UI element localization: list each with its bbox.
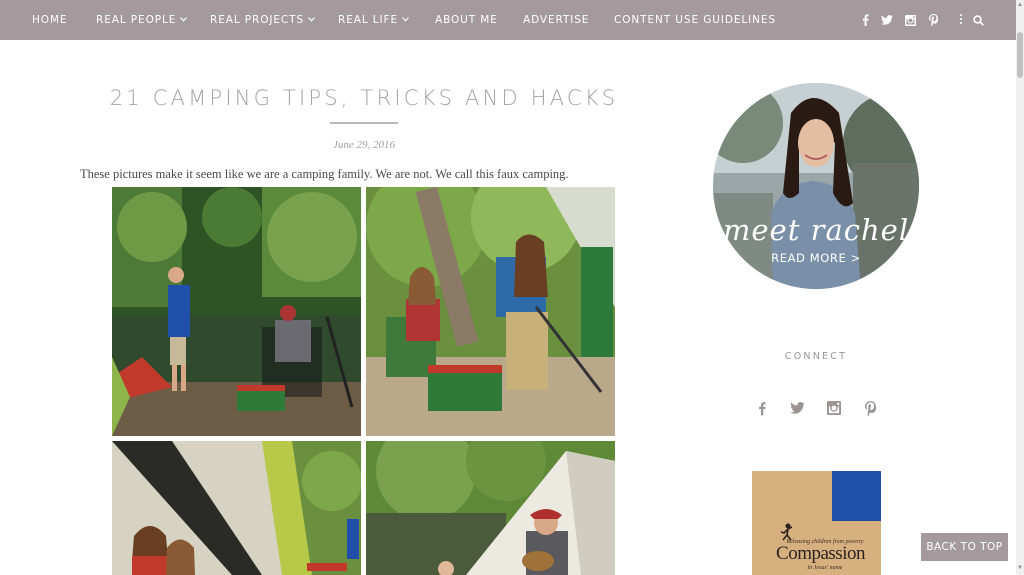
search-icon[interactable] [970,12,986,28]
back-to-top-button[interactable]: BACK TO TOP [921,533,1008,561]
scrollbar-thumb[interactable] [1017,32,1023,78]
nav-home-label: HOME [32,14,68,26]
nav-advertise[interactable]: ADVERTISE [523,0,589,40]
instagram-icon[interactable] [826,400,842,416]
vertical-dots-icon[interactable] [959,14,963,26]
facebook-icon[interactable] [754,400,770,416]
nav-advertise-label: ADVERTISE [523,14,590,26]
top-navigation-bar: HOME REAL PEOPLE REAL PROJECTS REAL LIFE… [0,0,1016,40]
title-divider [330,122,398,124]
pinterest-icon[interactable] [862,400,878,416]
post-title[interactable]: 21 CAMPING TIPS, TRICKS AND HACKS [80,86,648,110]
scroll-down-arrow-icon[interactable]: ▼ [1017,565,1023,573]
connect-heading: CONNECT [784,351,848,362]
chevron-down-icon [308,17,315,22]
nav-real-projects[interactable]: REAL PROJECTS [210,0,315,40]
ad-brand-name: Compassion [776,543,865,564]
photo-girls-at-campfire-table[interactable] [366,187,615,436]
ad-blue-block [832,471,881,521]
meet-rachel-script: meet rachel [722,213,910,247]
page-scrollbar[interactable]: ▲ ▼ [1016,0,1024,575]
nav-real-projects-label: REAL PROJECTS [210,14,305,26]
compassion-ad-banner[interactable]: Releasing children from poverty Compassi… [752,471,881,575]
nav-home[interactable]: HOME [32,0,67,40]
read-more-link[interactable]: READ MORE > [713,251,919,265]
post-date: June 29, 2016 [332,139,395,151]
nav-real-people[interactable]: REAL PEOPLE [96,0,188,40]
instagram-icon[interactable] [902,12,918,28]
pinterest-icon[interactable] [925,12,941,28]
nav-real-life-label: REAL LIFE [338,14,399,26]
twitter-icon[interactable] [789,400,805,416]
nav-real-people-label: REAL PEOPLE [96,14,177,26]
ad-subline: in Jesus' name [807,565,843,571]
nav-about-me[interactable]: ABOUT ME [435,0,498,40]
photo-man-near-tent-lake[interactable] [366,441,615,575]
nav-real-life[interactable]: REAL LIFE [338,0,409,40]
facebook-icon[interactable] [857,12,873,28]
photo-boy-fishing-lake[interactable] [112,187,361,436]
meet-rachel-about-link[interactable]: meet rachel READ MORE > [713,83,919,289]
twitter-icon[interactable] [879,12,895,28]
photo-family-in-tent[interactable] [112,441,361,575]
nav-content-use-guidelines-label: CONTENT USE GUIDELINES [614,14,776,26]
scroll-up-arrow-icon[interactable]: ▲ [1017,2,1023,10]
chevron-down-icon [180,17,188,22]
post-intro-paragraph: These pictures make it seem like we are … [80,167,569,181]
nav-content-use-guidelines[interactable]: CONTENT USE GUIDELINES [614,0,776,40]
chevron-down-icon [402,17,409,22]
nav-about-me-label: ABOUT ME [435,14,498,26]
